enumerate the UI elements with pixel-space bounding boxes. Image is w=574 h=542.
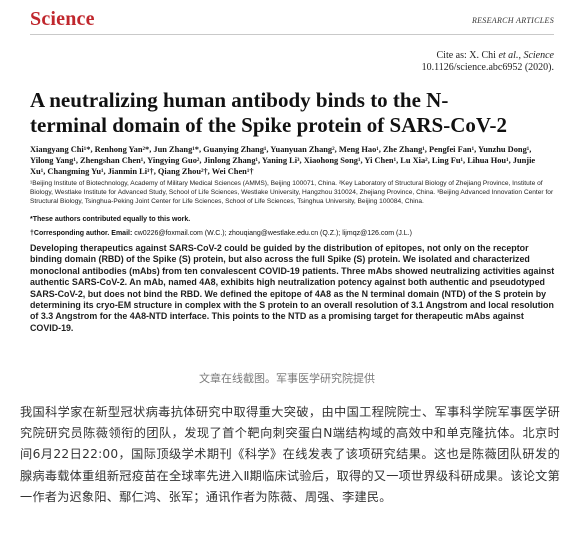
article-screenshot: Science RESEARCH ARTICLES Cite as: X. Ch… bbox=[0, 0, 574, 382]
article-title: A neutralizing human antibody binds to t… bbox=[30, 88, 507, 137]
equal-contribution-note: *These authors contributed equally to th… bbox=[30, 216, 191, 223]
affiliations: ¹Beijing Institute of Biotechnology, Aca… bbox=[30, 180, 554, 206]
journal-logo: Science bbox=[30, 8, 95, 30]
abstract: Developing therapeutics against SARS-CoV… bbox=[30, 243, 555, 333]
author-list: Xiangyang Chi¹*, Renhong Yan²*, Jun Zhan… bbox=[30, 145, 536, 176]
citation-journal: , Science bbox=[518, 50, 554, 61]
citation-prefix: Cite as: X. Chi bbox=[436, 50, 499, 61]
header-divider bbox=[30, 34, 554, 35]
image-caption: 文章在线截图。军事医学研究院提供 bbox=[199, 372, 375, 385]
corresponding-author: †Corresponding author. Email: cw0226@fox… bbox=[30, 230, 560, 237]
citation-line-1: Cite as: X. Chi et al., Science bbox=[422, 50, 555, 62]
citation-doi: 10.1126/science.abc6952 (2020). bbox=[421, 62, 554, 73]
corresponding-label: †Corresponding author. Email: bbox=[30, 230, 133, 237]
section-label: RESEARCH ARTICLES bbox=[471, 16, 554, 25]
citation-etal: et al. bbox=[498, 50, 519, 61]
citation: Cite as: X. Chi et al., Science 10.1126/… bbox=[422, 50, 554, 74]
corresponding-emails: cw0226@foxmail.com (W.C.); zhouqiang@wes… bbox=[132, 230, 412, 237]
news-body-paragraph: 我国科学家在新型冠状病毒抗体研究中取得重大突破，由中国工程院院士、军事科学院军事… bbox=[20, 405, 560, 504]
